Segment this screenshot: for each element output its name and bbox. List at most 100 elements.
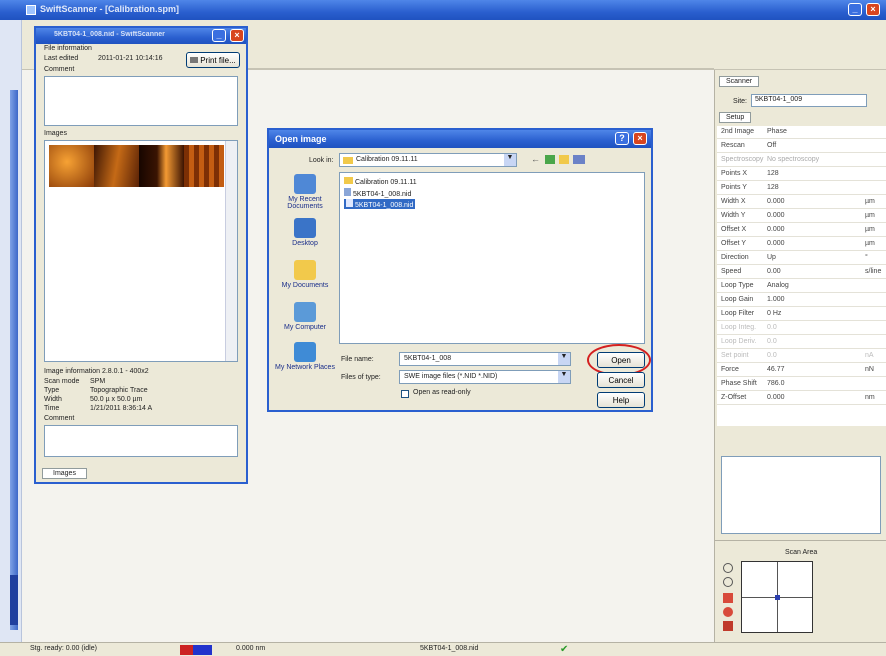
back-icon[interactable]: ← (531, 154, 541, 166)
notes-area[interactable] (721, 456, 881, 534)
images-tab[interactable]: Images (42, 468, 87, 479)
files-of-type-select[interactable]: SWE image files (*.NID *.NID) ▼ (399, 370, 571, 384)
property-row[interactable]: Offset X 0.000 µm (717, 224, 886, 237)
chevron-down-icon[interactable]: ▼ (558, 353, 570, 365)
help-icon[interactable]: ? (615, 132, 629, 145)
file-icon (346, 199, 353, 207)
property-row[interactable]: Width Y 0.000 µm (717, 210, 886, 223)
zoom-out-icon[interactable] (723, 577, 733, 587)
readonly-checkbox[interactable] (401, 390, 409, 398)
meta-label-1: Scan mode (44, 378, 80, 385)
property-row[interactable]: Loop Integ. 0.0 (717, 322, 886, 335)
print-file-label: Print file... (200, 56, 236, 65)
scan-tool-icon[interactable] (723, 607, 733, 617)
image-thumb-2[interactable] (94, 145, 139, 187)
property-row[interactable]: Rescan Off (717, 140, 886, 153)
image-thumb-1[interactable] (49, 145, 94, 187)
property-label: Force (721, 366, 739, 373)
site-field[interactable]: 5KBT04-1_009 (751, 94, 867, 107)
file-list-item[interactable]: 5KBT04-1_008.nid (344, 188, 411, 198)
scan-area-marker[interactable] (775, 595, 780, 600)
close-icon[interactable]: × (633, 132, 647, 145)
comment-field[interactable] (44, 76, 238, 126)
comment2-label: Comment (44, 415, 75, 422)
chevron-down-icon[interactable]: ▼ (558, 371, 570, 383)
tab-setup[interactable]: Setup (719, 112, 752, 123)
property-label: Points X (721, 170, 748, 177)
minimize-icon[interactable]: _ (212, 29, 226, 42)
property-row[interactable]: Loop Deriv. 0.0 (717, 336, 886, 349)
property-row[interactable]: Loop Filter 0 Hz (717, 308, 886, 321)
up-folder-icon[interactable] (545, 155, 555, 164)
property-row[interactable]: Direction Up ° (717, 252, 886, 265)
property-label: Phase Shift (721, 380, 757, 387)
image-thumb-4[interactable] (184, 145, 224, 187)
site-value: 5KBT04-1_009 (755, 96, 803, 103)
scan-area-canvas[interactable] (741, 561, 813, 633)
scan-tool-icon[interactable] (723, 621, 733, 631)
new-folder-icon[interactable] (559, 155, 569, 164)
scan-tool-icon[interactable] (723, 593, 733, 603)
cancel-button[interactable]: Cancel (597, 372, 645, 388)
status-ok-icon: ✔ (560, 644, 569, 655)
property-row[interactable]: Phase Shift 786.0 (717, 378, 886, 391)
workspace-doc-edge (248, 68, 714, 69)
desktop-icon (294, 218, 316, 238)
property-row[interactable]: Points X 128 (717, 168, 886, 181)
property-row[interactable]: Force 46.77 nN (717, 364, 886, 377)
look-in-select[interactable]: Calibration 09.11.11 ▼ (339, 153, 517, 167)
file-list-item-label: Calibration 09.11.11 (355, 179, 417, 186)
place-desktop[interactable]: Desktop (275, 218, 335, 247)
chevron-down-icon[interactable]: ▼ (504, 154, 516, 166)
property-row[interactable]: Loop Type Analog (717, 280, 886, 293)
property-row[interactable]: Offset Y 0.000 µm (717, 238, 886, 251)
property-row[interactable]: Speed 0.00 s/line (717, 266, 886, 279)
property-unit: µm (865, 212, 875, 219)
minimize-icon[interactable]: _ (848, 3, 862, 16)
scan-area-panel: Scan Area (715, 540, 886, 642)
toolbar-bottom-icon[interactable] (10, 575, 18, 625)
property-row[interactable]: 2nd Image Phase (717, 126, 886, 139)
property-row[interactable]: Points Y 128 (717, 182, 886, 195)
property-row[interactable]: Loop Gain 1.000 (717, 294, 886, 307)
comment2-field[interactable] (44, 425, 238, 457)
views-icon[interactable] (573, 155, 585, 164)
property-row[interactable]: Width X 0.000 µm (717, 196, 886, 209)
place-documents[interactable]: My Documents (275, 260, 335, 289)
status-zoom: 0.000 nm (236, 645, 266, 652)
property-label: Loop Gain (721, 296, 754, 303)
tab-scanner[interactable]: Scanner (719, 76, 760, 87)
properties-grid: 2nd Image Phase Rescan Off Spectroscopy No … (717, 126, 886, 426)
scan-area-title: Scan Area (785, 549, 818, 556)
place-computer[interactable]: My Computer (275, 302, 335, 331)
print-file-button[interactable]: Print file... (186, 52, 240, 68)
place-recent[interactable]: My Recent Documents (275, 174, 335, 210)
file-name-field[interactable]: 5KBT04-1_008 ▼ (399, 352, 571, 366)
file-info-label: File information (44, 45, 92, 52)
file-list[interactable]: Calibration 09.11.11 5KBT04-1_008.nid 5K… (339, 172, 645, 344)
folder-icon (343, 157, 353, 164)
place-network[interactable]: My Network Places (275, 342, 335, 371)
images-list[interactable] (44, 140, 238, 362)
help-button[interactable]: Help (597, 392, 645, 408)
property-label: Loop Type (721, 282, 754, 289)
property-value: 128 (767, 184, 779, 191)
property-value: 0.0 (767, 338, 777, 345)
file-list-item-folder[interactable]: Calibration 09.11.11 (344, 177, 417, 186)
property-value: Up (767, 254, 776, 261)
property-value: 0.0 (767, 324, 777, 331)
images-scrollbar[interactable] (225, 141, 237, 361)
file-list-item-selected[interactable]: 5KBT04-1_008.nid (344, 199, 416, 209)
close-icon[interactable]: × (230, 29, 244, 42)
close-icon[interactable]: × (866, 3, 880, 16)
property-value: 0.000 (767, 240, 785, 247)
property-row[interactable]: Set point 0.0 nA (717, 350, 886, 363)
property-unit: nm (865, 394, 875, 401)
property-row[interactable]: Z-Offset 0.000 nm (717, 392, 886, 405)
zoom-in-icon[interactable] (723, 563, 733, 573)
image-thumb-3[interactable] (139, 145, 184, 187)
property-unit: µm (865, 198, 875, 205)
property-unit: µm (865, 240, 875, 247)
right-panel: Scanner Site: 5KBT04-1_009 Setup 2nd Ima… (714, 70, 886, 642)
property-row[interactable]: Spectroscopy No spectroscopy (717, 154, 886, 167)
